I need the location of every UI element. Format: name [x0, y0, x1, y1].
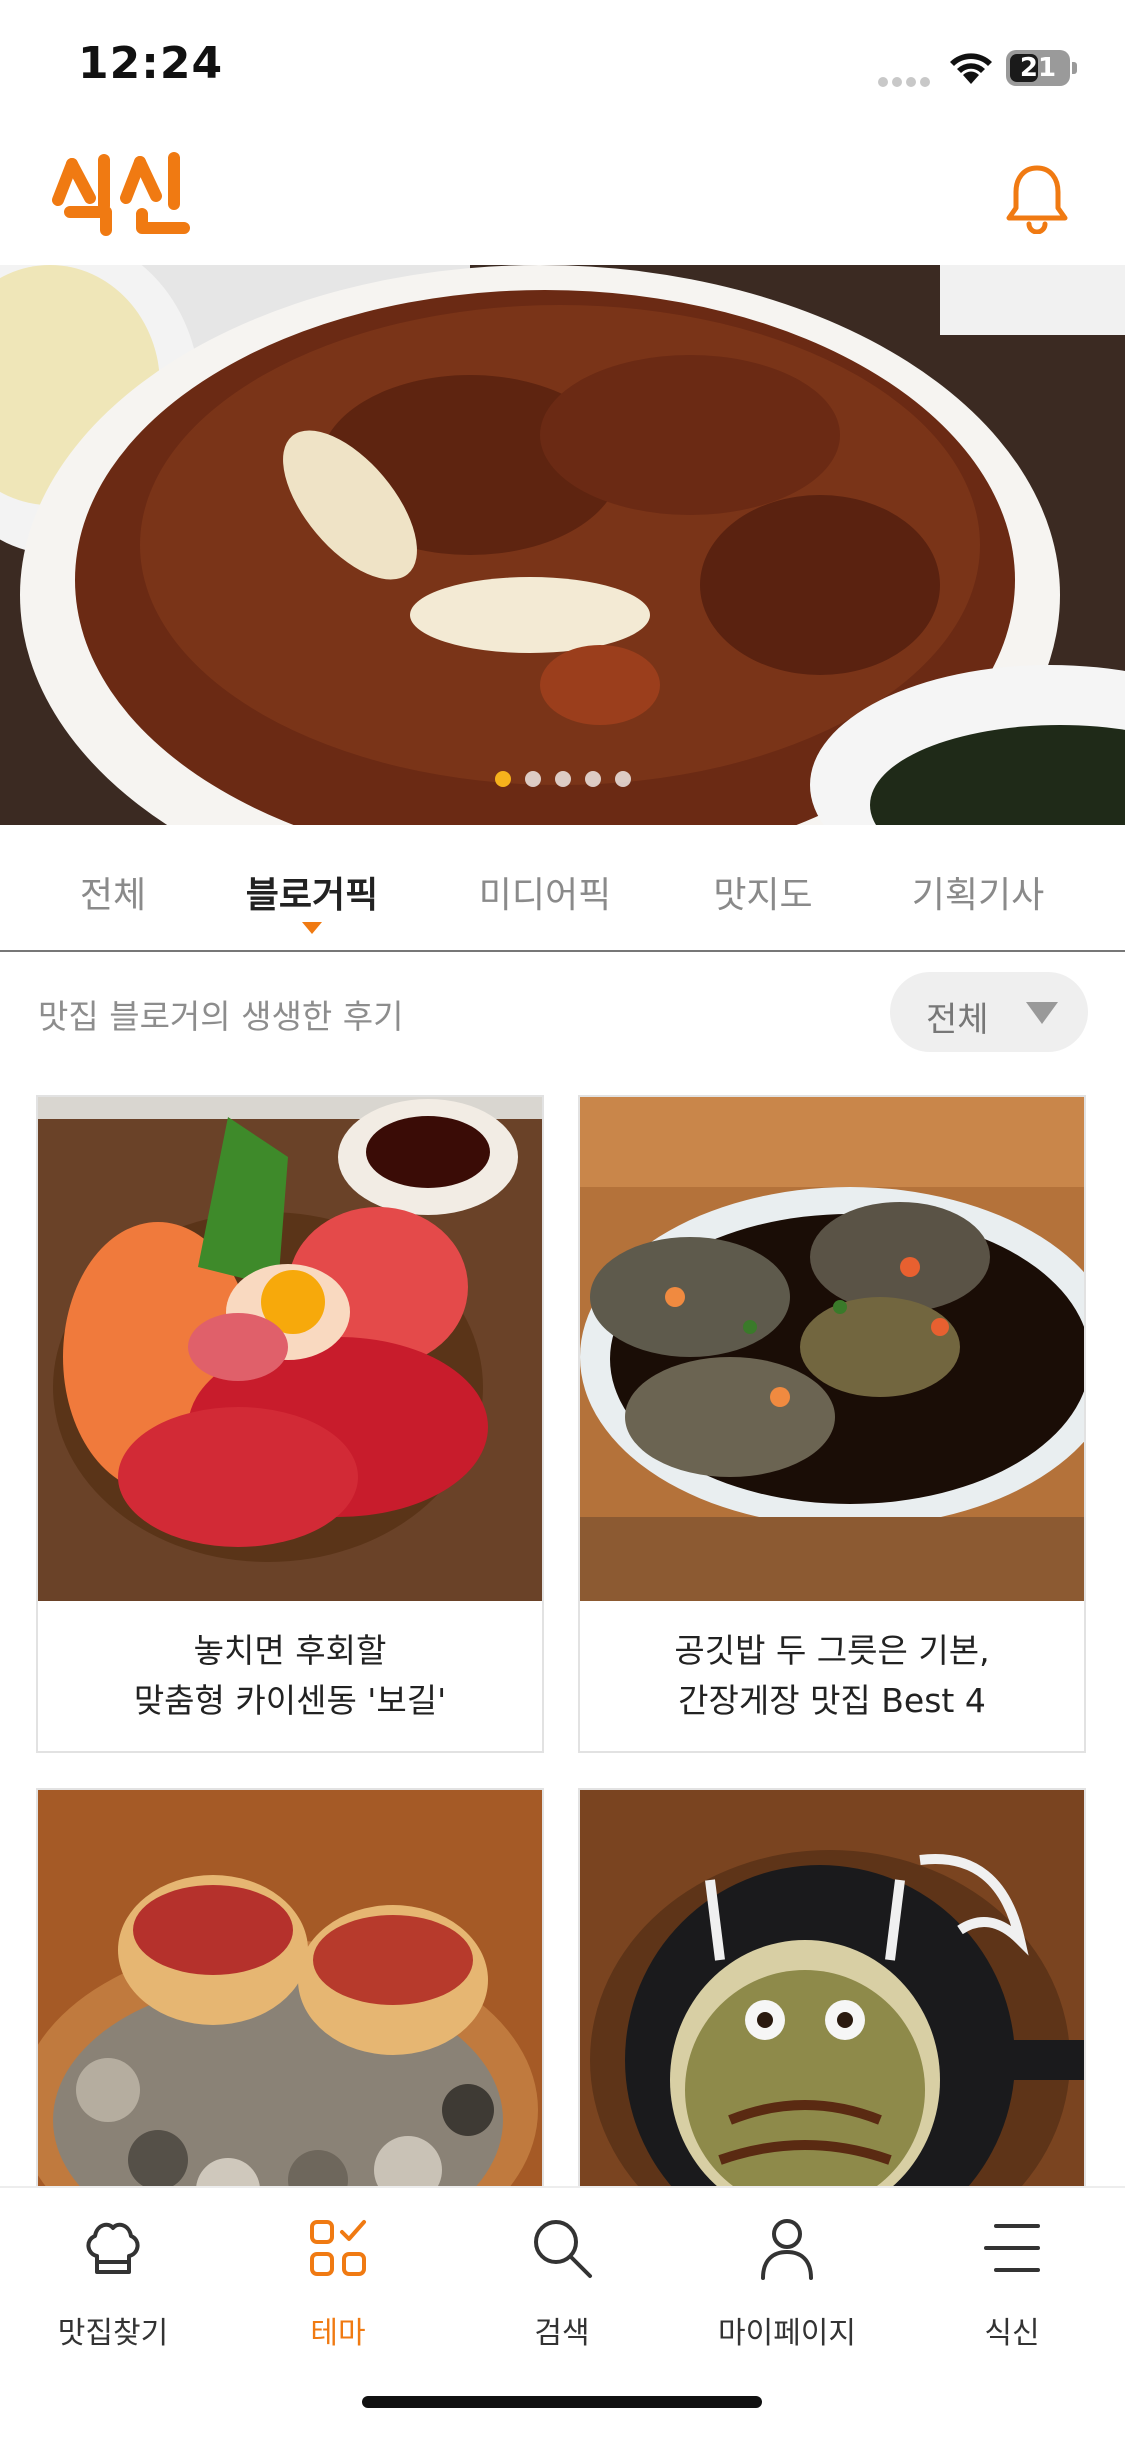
nav-label: 검색: [534, 2316, 590, 2351]
card-title: 공깃밥 두 그릇은 기본, 간장게장 맛집 Best 4: [580, 1601, 1084, 1751]
dropdown-triangle-icon: [1026, 1002, 1058, 1024]
tab-all[interactable]: 전체: [80, 866, 146, 918]
card-image-soy-crab: [580, 1097, 1084, 1601]
pagination-dot[interactable]: [584, 771, 601, 787]
battery-icon: 21: [1006, 50, 1078, 86]
hero-pagination-dots[interactable]: [0, 771, 1125, 791]
category-tabs: 전체 블로거픽 미디어픽 맛지도 기획기사: [0, 826, 1125, 952]
tab-media-pick[interactable]: 미디어픽: [479, 866, 611, 918]
tab-blogger-pick[interactable]: 블로거픽: [246, 866, 378, 918]
section-subtitle: 맛집 블로거의 생생한 후기: [38, 997, 404, 1036]
cellular-signal-icon: [878, 72, 936, 87]
tab-feature-articles[interactable]: 기획기사: [912, 866, 1044, 918]
nav-theme[interactable]: 테마: [238, 2188, 438, 2378]
nav-search[interactable]: 검색: [462, 2188, 662, 2378]
card-title-line2: 간장게장 맛집 Best 4: [678, 1681, 986, 1720]
card-title-line1: 공깃밥 두 그릇은 기본,: [674, 1631, 990, 1670]
pagination-dot[interactable]: [614, 771, 631, 787]
tab-food-map[interactable]: 맛지도: [713, 866, 812, 918]
nav-label: 테마: [310, 2316, 366, 2351]
active-tab-indicator: [302, 922, 322, 934]
nav-find-restaurants[interactable]: 맛집찾기: [13, 2188, 213, 2378]
filter-dropdown[interactable]: 전체: [890, 972, 1088, 1052]
nav-label: 마이페이지: [718, 2316, 856, 2351]
notification-bell-icon[interactable]: [1003, 162, 1071, 235]
home-indicator[interactable]: [362, 2396, 762, 2408]
person-icon: [761, 2219, 813, 2280]
card-title: 놓치면 후회할 맞춤형 카이센동 '보길': [38, 1601, 542, 1751]
app-logo[interactable]: [50, 148, 200, 238]
nav-sikshin-menu[interactable]: 식신: [912, 2188, 1112, 2378]
pagination-dot[interactable]: [554, 771, 571, 787]
article-card[interactable]: 놓치면 후회할 맞춤형 카이센동 '보길': [36, 1095, 544, 1753]
article-card[interactable]: 공깃밥 두 그릇은 기본, 간장게장 맛집 Best 4: [578, 1095, 1086, 1753]
nav-label: 식신: [984, 2316, 1040, 2351]
filter-dropdown-label: 전체: [926, 1000, 989, 1040]
pagination-dot[interactable]: [494, 771, 511, 787]
battery-level: 21: [1019, 53, 1057, 83]
card-title-line1: 놓치면 후회할: [193, 1631, 387, 1670]
pagination-dot[interactable]: [524, 771, 541, 787]
nav-label: 맛집찾기: [57, 2316, 169, 2351]
wifi-icon: [948, 50, 994, 84]
search-icon: [534, 2220, 592, 2278]
status-time: 12:24: [78, 38, 224, 89]
theme-grid-icon: [310, 2220, 366, 2276]
chef-hat-icon: [86, 2222, 140, 2274]
menu-icon: [984, 2224, 1040, 2272]
card-title-line2: 맞춤형 카이센동 '보길': [133, 1681, 447, 1720]
card-image-sashimi-bowl: [38, 1097, 542, 1601]
hero-banner-image[interactable]: [0, 265, 1125, 825]
nav-my-page[interactable]: 마이페이지: [687, 2188, 887, 2378]
